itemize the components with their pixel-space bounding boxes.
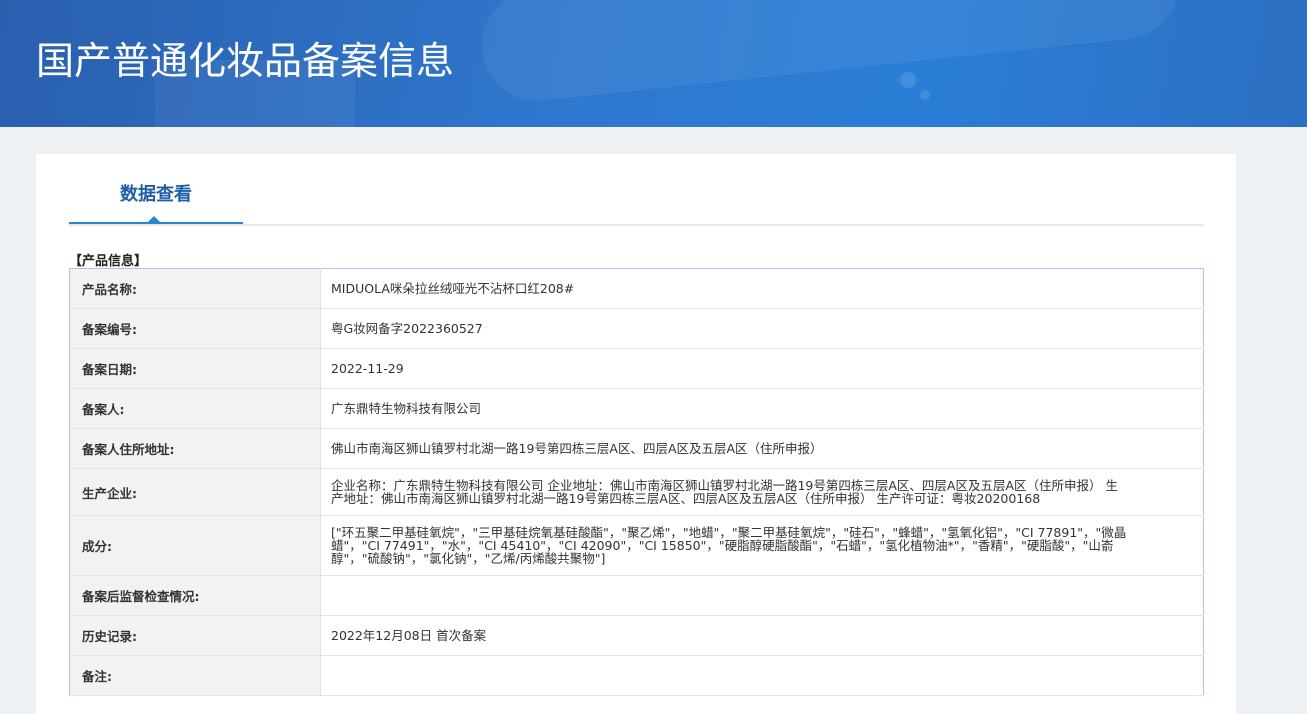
table-row: 备案人: 广东鼎特生物科技有限公司 [69, 388, 1204, 429]
field-value: 2022-11-29 [320, 348, 1204, 389]
field-value: ["环五聚二甲基硅氧烷"，"三甲基硅烷氧基硅酸酯"，"聚乙烯"，"地蜡"，"聚二… [320, 515, 1204, 576]
banner-decoration [900, 72, 916, 88]
field-label: 生产企业: [69, 468, 321, 516]
table-row: 历史记录: 2022年12月08日 首次备案 [69, 615, 1204, 656]
table-row: 生产企业: 企业名称：广东鼎特生物科技有限公司 企业地址：佛山市南海区狮山镇罗村北… [69, 468, 1204, 516]
table-row: 备案人住所地址: 佛山市南海区狮山镇罗村北湖一路19号第四栋三层A区、四层A区及五… [69, 428, 1204, 469]
table-row: 产品名称: MIDUOLA咪朵拉丝绒哑光不沾杯口红208# [69, 268, 1204, 309]
field-label: 备案人: [69, 388, 321, 429]
field-label: 产品名称: [69, 268, 321, 309]
field-label: 备案后监督检查情况: [69, 575, 321, 616]
table-row: 备注: [69, 655, 1204, 696]
tab-bar: 数据查看 [69, 154, 1204, 226]
header-banner: 国产普通化妆品备案信息 [0, 0, 1307, 127]
field-label: 备案编号: [69, 308, 321, 349]
tab-active-indicator [148, 216, 160, 222]
field-label: 成分: [69, 515, 321, 576]
field-value: 佛山市南海区狮山镇罗村北湖一路19号第四栋三层A区、四层A区及五层A区（住所申报… [320, 428, 1204, 469]
table-row: 备案后监督检查情况: [69, 575, 1204, 616]
section-title: 【产品信息】 [69, 254, 148, 269]
field-label: 备案人住所地址: [69, 428, 321, 469]
field-value [320, 575, 1204, 616]
table-row: 成分: ["环五聚二甲基硅氧烷"，"三甲基硅烷氧基硅酸酯"，"聚乙烯"，"地蜡"，… [69, 515, 1204, 576]
product-info-table: 产品名称: MIDUOLA咪朵拉丝绒哑光不沾杯口红208# 备案编号: 粤G妆网备字2… [69, 268, 1204, 696]
field-label: 历史记录: [69, 615, 321, 656]
field-label: 备注: [69, 655, 321, 696]
field-value [320, 655, 1204, 696]
field-value: 2022年12月08日 首次备案 [320, 615, 1204, 656]
field-value: 广东鼎特生物科技有限公司 [320, 388, 1204, 429]
table-row: 备案编号: 粤G妆网备字2022360527 [69, 308, 1204, 349]
field-value: 企业名称：广东鼎特生物科技有限公司 企业地址：佛山市南海区狮山镇罗村北湖一路19… [320, 468, 1204, 516]
tab-data-view[interactable]: 数据查看 [69, 180, 243, 224]
table-row: 备案日期: 2022-11-29 [69, 348, 1204, 389]
content-card: 数据查看 【产品信息】 产品名称: MIDUOLA咪朵拉丝绒哑光不沾杯口红208#… [36, 154, 1236, 714]
page-title: 国产普通化妆品备案信息 [36, 39, 455, 83]
field-label: 备案日期: [69, 348, 321, 389]
tab-label: 数据查看 [120, 184, 192, 205]
field-value: 粤G妆网备字2022360527 [320, 308, 1204, 349]
banner-decoration [476, 0, 1184, 107]
field-value: MIDUOLA咪朵拉丝绒哑光不沾杯口红208# [320, 268, 1204, 309]
banner-decoration [920, 90, 930, 100]
